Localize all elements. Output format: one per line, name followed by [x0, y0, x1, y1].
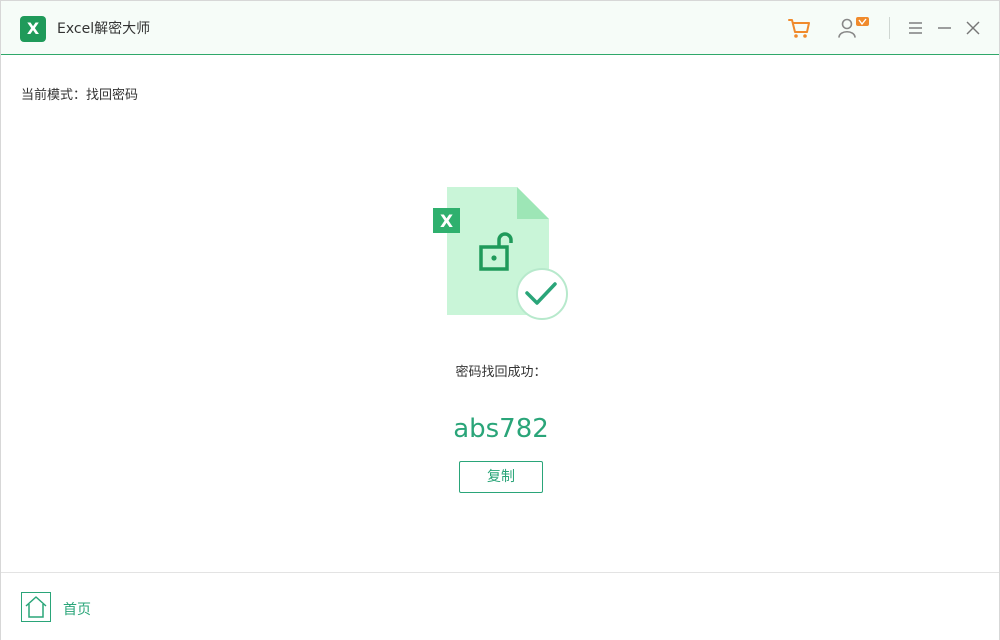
cart-icon[interactable] [786, 15, 812, 41]
copy-button[interactable]: 复制 [459, 461, 543, 493]
title-bar: X Excel解密大师 [1, 1, 999, 55]
home-icon[interactable] [21, 592, 51, 622]
success-message: 密码找回成功： [455, 365, 547, 380]
home-link[interactable]: 首页 [63, 599, 91, 619]
user-vip-icon[interactable] [836, 15, 870, 41]
recovered-password: abs782 [453, 414, 549, 444]
footer-bar: 首页 [1, 572, 999, 640]
minimize-icon[interactable] [935, 15, 955, 41]
unlocked-file-illustration: X [431, 185, 571, 325]
excel-logo-icon: X [20, 16, 46, 42]
app-title: Excel解密大师 [57, 21, 151, 37]
current-mode-label: 当前模式：找回密码 [21, 88, 139, 103]
close-icon[interactable] [963, 15, 983, 41]
menu-icon[interactable] [906, 15, 926, 41]
file-excel-badge: X [440, 212, 453, 232]
titlebar-separator [889, 17, 890, 39]
app-window: X Excel解密大师 当前模式：找回密码 X 密码找回成功： abs782 复… [0, 0, 1000, 640]
